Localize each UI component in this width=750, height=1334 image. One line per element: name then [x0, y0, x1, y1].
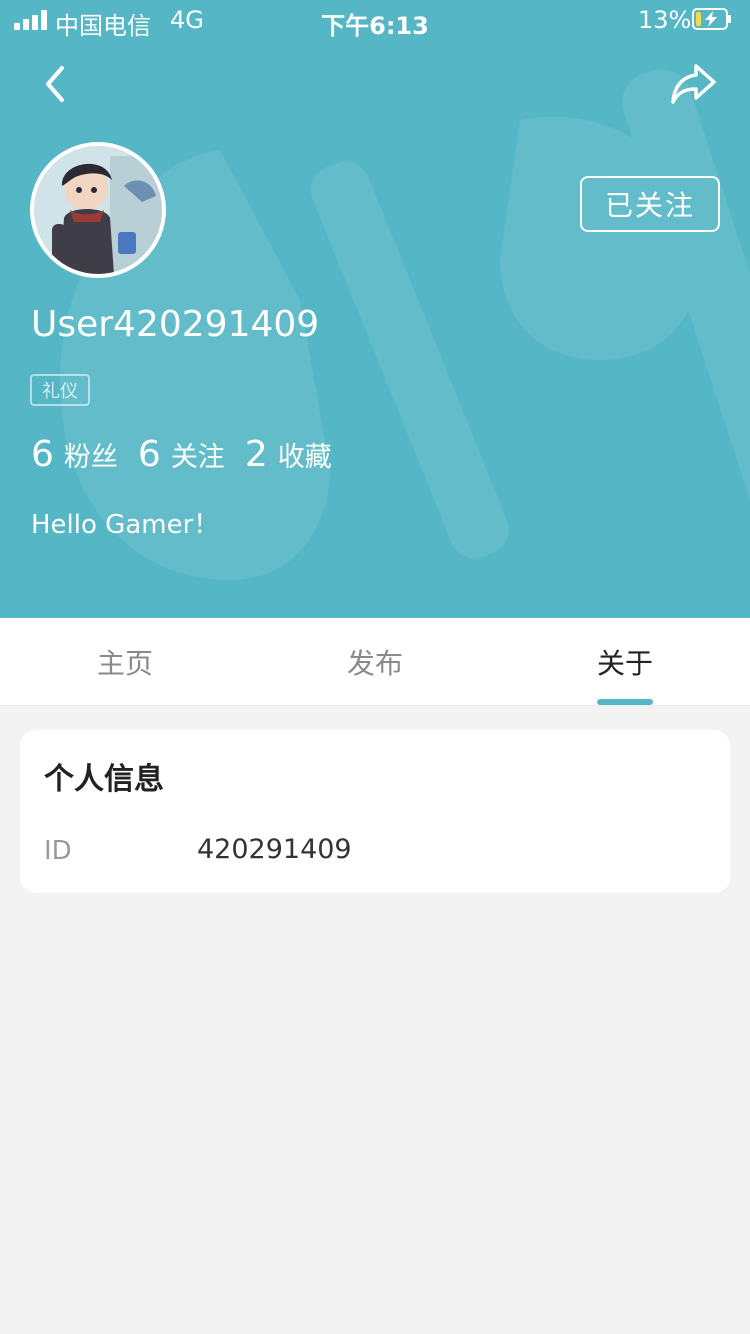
share-arrow-icon — [671, 64, 716, 104]
stat-favorites[interactable]: 2 收藏 — [245, 434, 332, 475]
status-bar: 中国电信 4G 下午6:13 13% — [0, 0, 750, 40]
profile-tabs: 主页 发布 关于 — [0, 618, 750, 706]
stat-following[interactable]: 6 关注 — [138, 434, 225, 475]
profile-header: 中国电信 4G 下午6:13 13% 已关注 User420291409 礼仪 … — [0, 0, 750, 618]
id-value: 420291409 — [197, 834, 352, 865]
tab-posts[interactable]: 发布 — [250, 618, 500, 706]
user-tag: 礼仪 — [30, 374, 90, 406]
id-label: ID — [44, 836, 72, 866]
bio: Hello Gamer！ — [31, 510, 220, 540]
favorites-count: 2 — [244, 434, 268, 475]
share-button[interactable] — [668, 60, 718, 108]
following-label: 关注 — [170, 442, 225, 473]
active-tab-indicator — [597, 699, 653, 705]
profile-stats: 6 粉丝 6 关注 2 收藏 — [31, 434, 352, 475]
tab-about[interactable]: 关于 — [500, 618, 750, 706]
avatar-illustration — [34, 146, 162, 274]
username: User420291409 — [31, 304, 320, 345]
follow-button[interactable]: 已关注 — [580, 176, 720, 232]
favorites-label: 收藏 — [277, 442, 332, 473]
personal-info-card: 个人信息 ID 420291409 — [20, 730, 730, 893]
battery-percent: 13% — [638, 6, 692, 34]
tab-home[interactable]: 主页 — [0, 618, 250, 706]
fans-label: 粉丝 — [63, 442, 118, 473]
chevron-left-icon — [46, 66, 64, 102]
card-title: 个人信息 — [44, 762, 164, 797]
avatar[interactable] — [30, 142, 166, 278]
stat-fans[interactable]: 6 粉丝 — [31, 434, 118, 475]
battery-charging-icon — [692, 8, 731, 30]
back-button[interactable] — [36, 62, 76, 106]
following-count: 6 — [137, 434, 161, 475]
fans-count: 6 — [31, 434, 54, 475]
